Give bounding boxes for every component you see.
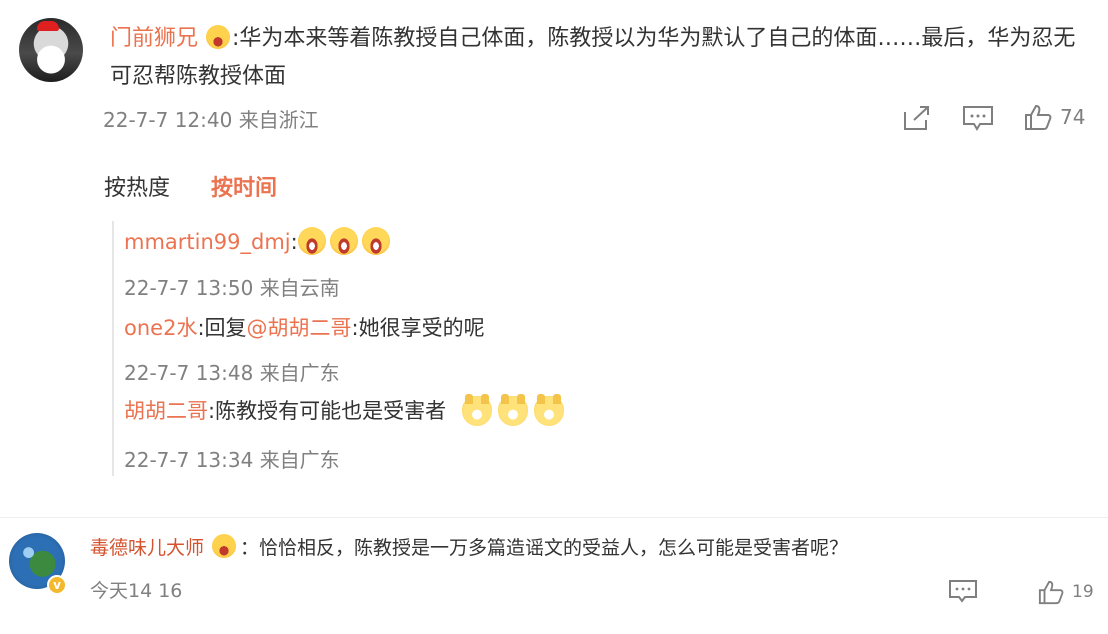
laughing-emoji-icon [329,227,358,255]
reply-timestamp: 22-7-7 13:48 [124,361,254,385]
reply-thread-bar [112,221,114,476]
mention-link[interactable]: @胡胡二哥 [247,316,352,340]
doge-emoji-icon [498,394,529,426]
tab-sort-hot[interactable]: 按热度 [104,170,170,202]
avatar[interactable] [19,18,83,82]
reply-item: mmartin99_dmj: [124,227,394,257]
reply-location: 来自云南 [259,276,340,300]
comment-location: 来自浙江 [238,108,319,132]
comment-button[interactable] [948,578,978,604]
verified-badge: v [47,575,67,595]
face-badge-icon [212,534,237,558]
comment-icon [963,106,993,131]
reply-timestamp: 22-7-7 13:50 [124,276,254,300]
comment-meta: 22-7-7 12:40 来自浙江 [103,104,319,133]
divider [0,517,1108,518]
reply-text: : [290,230,298,254]
reply-text: :她很享受的呢 [351,316,485,340]
like-button[interactable]: 74 [1024,102,1085,132]
doge-emoji-icon [534,394,565,426]
reply-timestamp: 22-7-7 13:34 [124,448,254,472]
reply-item: 胡胡二哥:陈教授有可能也是受害者 [124,394,570,426]
reply-username[interactable]: mmartin99_dmj [124,230,291,254]
reply-location: 来自广东 [259,361,340,385]
share-icon [904,106,929,130]
comment-timestamp: 今天14 16 [90,580,183,602]
share-button[interactable] [902,104,932,132]
comment-username[interactable]: 毒德味儿大师 [90,537,204,559]
comment-button[interactable] [962,104,994,132]
reply-meta: 22-7-7 13:50 来自云南 [124,272,340,301]
reply-username[interactable]: 胡胡二哥 [124,399,208,423]
comment-username[interactable]: 门前狮兄 [110,26,198,51]
comment-body: 毒德味儿大师 ：恰恰相反，陈教授是一万多篇造谣文的受益人，怎么可能是受害者呢？ [90,533,848,563]
tab-sort-time[interactable]: 按时间 [211,170,277,202]
laughing-emoji-icon [361,227,390,255]
face-badge-icon [206,25,231,49]
comment-icon [949,580,977,603]
like-count: 74 [1060,105,1086,129]
laughing-emoji-icon [297,227,326,255]
reply-username[interactable]: one2水 [124,316,197,340]
reply-location: 来自广东 [259,448,340,472]
doge-emoji-icon [462,394,493,426]
thumbs-up-icon [1025,104,1052,130]
like-count: 19 [1072,582,1094,602]
reply-meta: 22-7-7 13:48 来自广东 [124,357,340,386]
like-button[interactable]: 19 [1038,578,1094,606]
comment-text: :华为本来等着陈教授自己体面，陈教授以为华为默认了自己的体面……最后，华为忍无可… [110,26,1076,89]
reply-meta: 22-7-7 13:34 来自广东 [124,444,340,473]
comment-text: ：恰恰相反，陈教授是一万多篇造谣文的受益人，怎么可能是受害者呢？ [240,537,849,559]
reply-item: one2水:回复@胡胡二哥:她很享受的呢 [124,313,485,343]
thumbs-up-icon [1038,580,1064,605]
comment-timestamp: 22-7-7 12:40 [103,108,233,132]
reply-prefix: :回复 [197,316,247,340]
comment-body: 门前狮兄:华为本来等着陈教授自己体面，陈教授以为华为默认了自己的体面……最后，华… [110,20,1095,96]
reply-text: :陈教授有可能也是受害者 [208,399,447,423]
